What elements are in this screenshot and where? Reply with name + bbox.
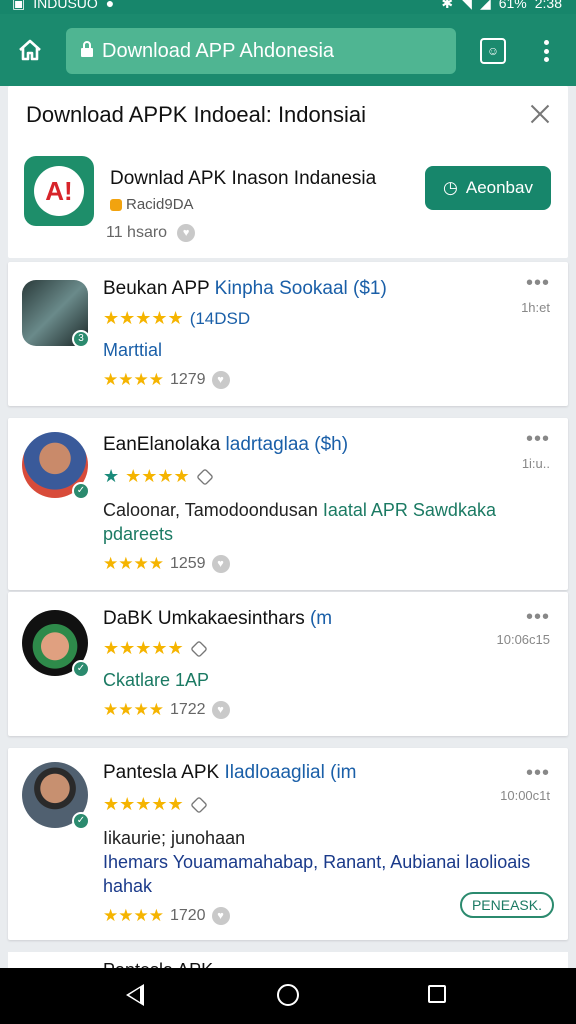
verified-icon: 3 <box>72 330 90 348</box>
star-rating: ★★★★★ <box>103 638 208 659</box>
tag-icon <box>189 639 208 658</box>
heart-icon[interactable]: ♥ <box>211 907 230 925</box>
item-link[interactable]: Marttial <box>103 340 162 361</box>
star-rating: ★★★★★ <box>103 466 214 487</box>
item-title: EanElanolaka ladrtaglaa ($h) <box>103 434 349 455</box>
app-header-card: Download APPK Indoeal: Indonsiai A! Down… <box>8 86 568 258</box>
page-title: Download APPK Indoeal: Indonsiai <box>26 102 367 127</box>
rating-row: ★★★★ 1279 ♥ <box>103 370 230 390</box>
star-rating: ★★★★★ (14DSD <box>103 308 251 328</box>
item-time: 10:06c15 <box>496 632 551 647</box>
rating-row: ★★★★ 1722 ♥ <box>103 700 230 720</box>
item-description-2: pdareets <box>103 524 174 544</box>
back-icon[interactable] <box>126 984 144 1006</box>
badge-icon <box>110 198 122 211</box>
heart-icon[interactable]: ♥ <box>211 371 230 389</box>
heart-icon[interactable]: ♥ <box>211 701 230 719</box>
app-name: Downlad APK Inason Indanesia <box>110 168 377 189</box>
item-title: DaBK Umkakaesinthars (m <box>103 608 333 629</box>
list-item[interactable]: ✓ Pantesla APK Iladloaaglial (im ••• 10:… <box>8 748 568 940</box>
avatar: ✓ <box>22 432 90 500</box>
tag-icon <box>189 795 208 814</box>
home-icon[interactable] <box>14 34 46 66</box>
heart-icon[interactable]: ♥ <box>177 224 196 242</box>
list-item[interactable]: 3 Beukan APP Kinpha Sookaal ($1) ••• 1h:… <box>8 262 568 406</box>
item-title: Pantesla APK Iladloaaglial (im <box>103 762 357 783</box>
heart-icon[interactable]: ♥ <box>211 555 230 573</box>
more-icon[interactable]: ••• <box>526 606 550 629</box>
avatar: ✓ <box>22 610 90 678</box>
verified-icon: ✓ <box>72 812 90 830</box>
close-icon[interactable] <box>528 102 552 126</box>
publisher-label: Racid9DA <box>126 196 194 213</box>
item-title: Pantesla APK <box>103 960 213 968</box>
item-time: 1i:u.. <box>521 456 550 471</box>
app-logo: A! <box>24 156 94 226</box>
tag-icon <box>195 467 214 486</box>
wifi-icon: ◥ <box>461 0 472 11</box>
recent-apps-icon[interactable] <box>428 985 446 1003</box>
app-meta: 11 hsaro ♥ <box>106 224 196 242</box>
lock-icon <box>80 40 94 63</box>
item-time: 10:00c1t <box>500 788 550 803</box>
avatar: 3 <box>22 280 90 348</box>
list-item[interactable]: ✓ EanElanolaka ladrtaglaa ($h) ••• 1i:u.… <box>8 418 568 590</box>
verified-icon: ✓ <box>72 660 90 678</box>
system-nav-bar <box>0 968 576 1024</box>
peneask-button[interactable]: PENEASK. <box>459 892 554 918</box>
verified-icon: ✓ <box>72 482 90 500</box>
url-text: Download APP Ahdonesia <box>102 39 335 62</box>
rating-row: ★★★★ 1259 ♥ <box>103 554 230 574</box>
signal-icon: ◢ <box>479 0 491 11</box>
more-icon[interactable]: ••• <box>526 428 550 451</box>
avatar: ✓ <box>22 762 90 830</box>
item-description: Iikaurie; junohaan <box>103 828 246 848</box>
item-time: 1h:et <box>521 300 550 315</box>
item-description-2: Ihemars Youamamahabap, Ranant, Aubianai … <box>103 852 531 872</box>
bluetooth-icon: ✱ <box>441 0 454 11</box>
more-icon[interactable]: ••• <box>526 272 550 295</box>
notification-icon: ▣ <box>12 0 26 11</box>
list-item[interactable]: ✓ DaBK Umkakaesinthars (m ••• 10:06c15 ★… <box>8 592 568 736</box>
status-bar: ▣ INDUSUO ● ✱ ◥ ◢ 61% 2:38 <box>0 0 576 14</box>
browser-toolbar: Download APP Ahdonesia ☺ <box>0 14 576 86</box>
clock-icon: ◷ <box>443 178 458 197</box>
star-rating: ★★★★★ <box>103 794 208 815</box>
rating-row: ★★★★ 1720 ♥ <box>103 906 230 926</box>
item-title: Beukan APP Kinpha Sookaal ($1) <box>103 278 387 299</box>
item-link[interactable]: Ckatlare 1AP <box>103 670 209 691</box>
sync-icon: ● <box>105 0 115 11</box>
more-vert-icon[interactable] <box>536 38 556 64</box>
url-bar[interactable]: Download APP Ahdonesia <box>66 28 456 74</box>
download-button[interactable]: ◷ Aeonbav <box>425 166 551 210</box>
publisher: Racid9DA <box>110 196 194 213</box>
clock: 2:38 <box>534 0 562 11</box>
home-circle-icon[interactable] <box>277 984 299 1006</box>
tab-switch-icon[interactable]: ☺ <box>480 38 506 64</box>
item-description: Caloonar, Tamodoondusan Iaatal APR Sawdk… <box>103 500 496 520</box>
meta-label: 11 hsaro <box>106 224 168 241</box>
item-description-3: hahak <box>103 876 153 896</box>
carrier-label: INDUSUO <box>33 0 98 11</box>
battery-label: 61% <box>498 0 527 11</box>
more-icon[interactable]: ••• <box>526 762 550 785</box>
list-item-partial[interactable]: Pantesla APK <box>8 952 568 968</box>
